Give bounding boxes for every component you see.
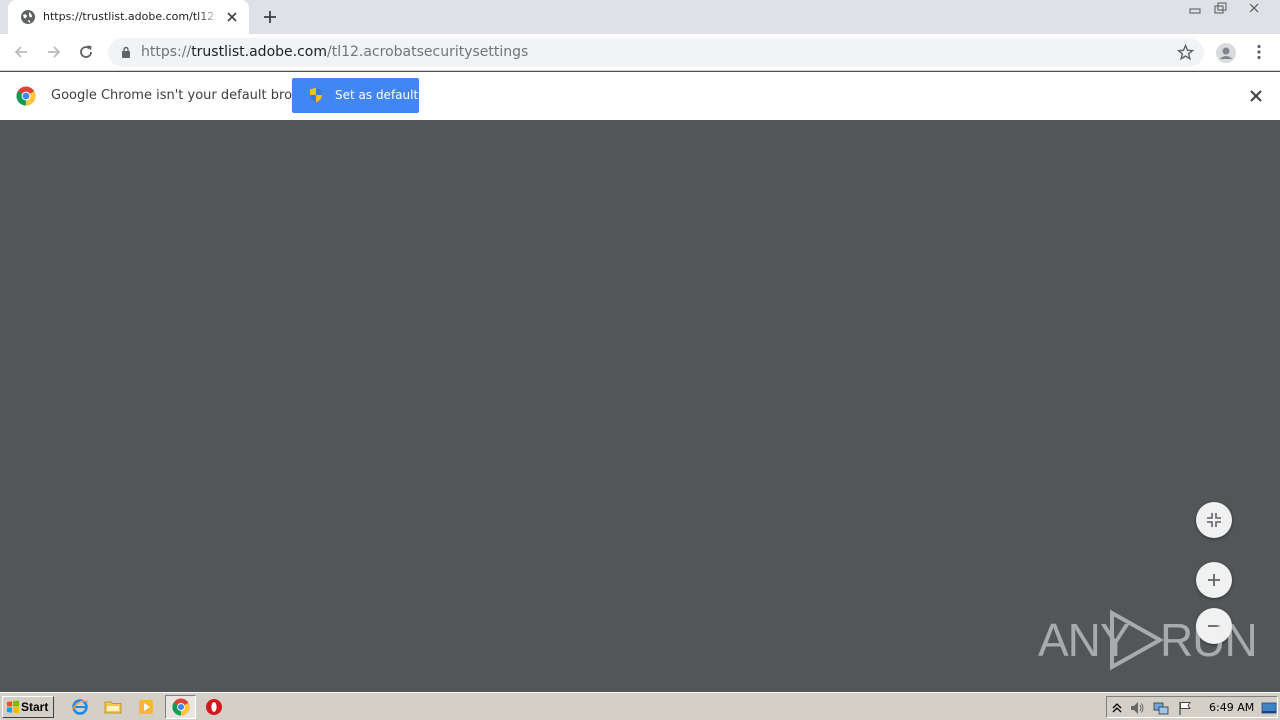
lock-icon[interactable] <box>121 46 131 58</box>
url-host: trustlist.adobe.com <box>191 44 327 60</box>
minimize-icon[interactable] <box>1184 1 1206 17</box>
close-tab-icon[interactable] <box>224 9 240 25</box>
close-window-icon[interactable] <box>1243 1 1265 17</box>
network-icon[interactable] <box>1153 700 1169 716</box>
restore-icon[interactable] <box>1209 1 1231 17</box>
globe-icon <box>21 10 35 24</box>
url-path: /tl12.acrobatsecuritysettings <box>326 44 529 60</box>
browser-toolbar: https://trustlist.adobe.com/tl12.acrobat… <box>0 34 1280 71</box>
chrome-icon <box>172 698 190 716</box>
action-center-flag-icon[interactable] <box>1177 700 1193 716</box>
windows-taskbar: Start 6:49 AM <box>0 692 1280 720</box>
fit-to-page-icon <box>1207 513 1221 527</box>
tab-title: https://trustlist.adobe.com/tl12.acrobat… <box>43 10 219 23</box>
fit-to-page-button[interactable] <box>1196 502 1232 538</box>
url-scheme: https:// <box>141 44 192 60</box>
set-as-default-label: Set as default <box>335 88 419 102</box>
file-explorer-icon[interactable] <box>104 698 122 716</box>
play-triangle-icon <box>1110 609 1164 671</box>
browser-tab[interactable]: https://trustlist.adobe.com/tl12.acrobat… <box>8 0 249 34</box>
forward-arrow-icon[interactable] <box>45 43 63 61</box>
new-tab-icon[interactable] <box>261 8 279 26</box>
profile-avatar-icon[interactable] <box>1215 42 1237 64</box>
zoom-in-button[interactable] <box>1196 562 1232 598</box>
opera-icon[interactable] <box>205 698 223 716</box>
system-tray: 6:49 AM <box>1106 696 1278 718</box>
taskbar-clock[interactable]: 6:49 AM <box>1209 701 1254 714</box>
anyrun-watermark: ANY RUN <box>1038 607 1258 673</box>
chrome-logo-icon <box>16 86 36 106</box>
uac-shield-icon <box>310 87 322 103</box>
start-label: Start <box>21 700 49 714</box>
chrome-taskbar-button[interactable] <box>165 695 196 719</box>
back-arrow-icon[interactable] <box>12 43 30 61</box>
reload-icon[interactable] <box>77 43 95 61</box>
bookmark-star-icon[interactable] <box>1177 44 1194 61</box>
more-menu-icon[interactable] <box>1250 43 1268 61</box>
tab-strip: https://trustlist.adobe.com/tl12.acrobat… <box>0 0 1280 34</box>
show-hidden-icons-icon[interactable] <box>1109 700 1125 716</box>
infobar-message: Google Chrome isn't your default browser <box>51 88 323 103</box>
media-player-icon[interactable] <box>137 698 155 716</box>
url-text[interactable]: https://trustlist.adobe.com/tl12.acrobat… <box>141 44 528 60</box>
address-bar[interactable]: https://trustlist.adobe.com/tl12.acrobat… <box>108 38 1204 67</box>
close-infobar-icon[interactable] <box>1247 87 1265 105</box>
start-button[interactable]: Start <box>2 696 54 718</box>
volume-icon[interactable] <box>1129 700 1145 716</box>
windows-logo-icon <box>7 700 19 714</box>
internet-explorer-icon[interactable] <box>71 698 89 716</box>
zoom-in-icon <box>1208 574 1220 586</box>
show-desktop-icon[interactable] <box>1261 700 1277 716</box>
default-browser-infobar: Google Chrome isn't your default browser… <box>0 72 1280 120</box>
watermark-text-right: RUN <box>1160 614 1258 666</box>
set-as-default-button[interactable]: Set as default <box>292 78 419 113</box>
